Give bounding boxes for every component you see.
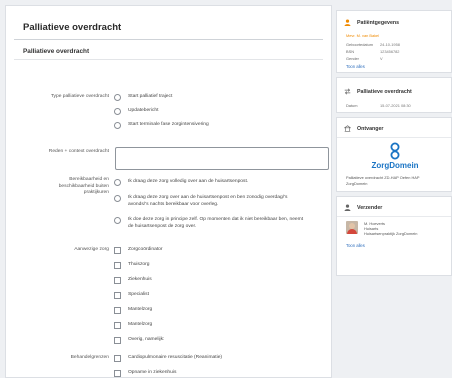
checkbox-option[interactable]: Thuiszorg [114,262,149,269]
verzender-info: M. Hoeverts Huisarts Huisartsenpraktijk … [364,221,418,237]
checkbox-option[interactable]: Mantelzorg [114,307,152,314]
patient-name: Mevr. M. van Bakel [346,33,380,38]
checkbox-option[interactable]: Ziekenhuis [114,277,152,284]
ontvanger-description: Palliatieve overdracht ZD-HAP Oefen HAP … [346,175,420,186]
person-icon [344,18,351,28]
avatar [346,221,358,234]
zorgdomein-logo-text: ZorgDomein [371,161,419,170]
divider [14,59,323,60]
form-panel: Palliatieve overdracht Palliatieve overd… [5,5,332,378]
reden-label: Reden + context overdracht [48,149,109,154]
checkbox-option[interactable]: Zorgcoördinator [114,247,163,254]
verzender-card-title: Verzender [357,205,383,211]
bereik-label: Bereikbaarheid en beschikbaarheid buiten… [58,177,109,196]
building-icon [343,124,352,134]
checkbox[interactable] [114,247,121,254]
zorg-label: Aanwezige zorg [74,247,109,252]
checkbox-option[interactable]: Opname in ziekenhuis [114,370,176,377]
checkbox-option[interactable]: Specialist [114,292,149,299]
checkbox-option[interactable]: Overig, namelijk: [114,337,164,344]
section-title: Palliatieve overdracht [23,48,90,55]
checkbox-option[interactable]: Cardiopulmonaire resuscitatie (Reanimati… [114,355,222,362]
radio-button[interactable] [114,122,121,129]
page-title: Palliatieve overdracht [23,22,122,33]
verzender-card: Verzender M. Hoeverts Huisarts Huisartse… [336,196,452,276]
patient-card-title: Patiëntgegevens [357,20,400,26]
overdracht-card-title: Palliatieve overdracht [357,89,412,95]
person-icon [344,203,351,213]
ontvanger-card: Ontvanger ZorgDomein Palliatieve overdra… [336,117,452,192]
radio-option-overleg[interactable]: Ik draag deze zorg over aan de huisartse… [114,195,287,208]
checkbox[interactable] [114,307,121,314]
radio-option-start[interactable]: Start palliatief traject [114,94,172,101]
radio-button[interactable] [114,217,121,224]
checkbox[interactable] [114,292,121,299]
checkbox[interactable] [114,262,121,269]
toon-alles-link[interactable]: Toon alles [346,243,365,248]
reden-textarea[interactable] [115,147,329,170]
checkbox[interactable] [114,370,121,377]
ontvanger-card-title: Ontvanger [357,126,384,132]
radio-option-update[interactable]: Updatebericht [114,108,158,115]
transfer-icon [344,87,351,97]
type-label: Type palliatieve overdracht [50,94,109,99]
toon-alles-link[interactable]: Toon alles [346,64,365,69]
checkbox[interactable] [114,277,121,284]
checkbox[interactable] [114,322,121,329]
radio-button[interactable] [114,108,121,115]
radio-button[interactable] [114,195,121,202]
checkbox-option[interactable]: Mantelzorg [114,322,152,329]
checkbox[interactable] [114,355,121,362]
overdracht-card: Palliatieve overdracht Datum 15-07-2021 … [336,77,452,113]
radio-option-terminal[interactable]: Start terminale fase zorgintensivering [114,122,209,129]
checkbox[interactable] [114,337,121,344]
radio-button[interactable] [114,179,121,186]
radio-option-volledig[interactable]: Ik draag deze zorg volledig over aan de … [114,179,248,186]
radio-option-zelf[interactable]: Ik doe deze zorg in principe zelf. Op mo… [114,217,303,230]
radio-button[interactable] [114,94,121,101]
behandel-label: Behandelgrenzen [70,355,109,360]
patient-card: Patiëntgegevens Mevr. M. van Bakel Geboo… [336,10,452,73]
